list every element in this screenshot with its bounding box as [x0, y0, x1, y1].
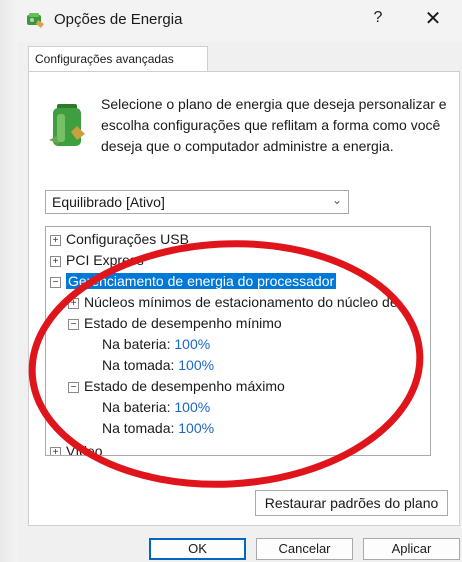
ok-button[interactable]: OK — [149, 538, 246, 560]
tree-item-value[interactable]: 100% — [178, 357, 214, 373]
collapse-icon[interactable]: − — [68, 318, 79, 330]
plan-select[interactable]: Equilibrado [Ativo] ⌄ — [45, 190, 349, 214]
tree-item-label: Na tomada: — [102, 420, 175, 436]
settings-tree[interactable]: + Configurações USB + PCI Express − Gerenci… — [45, 226, 431, 456]
tree-item-label: Na bateria: — [102, 399, 171, 415]
tree-item-label: Vídeo — [66, 443, 103, 456]
close-button[interactable]: ✕ — [418, 6, 448, 31]
background-edge — [0, 0, 18, 562]
expand-icon[interactable]: + — [68, 297, 79, 309]
power-options-dialog: Opções de Energia ? ✕ Configurações avan… — [18, 0, 462, 562]
tree-item-label: Estado de desempenho mínimo — [84, 315, 282, 331]
collapse-icon[interactable]: − — [68, 381, 79, 393]
tree-item[interactable]: Na bateria: 100% — [102, 397, 210, 417]
tree-item-label: Núcleos mínimos de estacionamento do núc… — [84, 294, 398, 310]
tree-item-label: Estado de desempenho máximo — [84, 378, 285, 394]
tree-item-label: Na tomada: — [102, 357, 175, 373]
plan-select-value: Equilibrado [Ativo] — [52, 194, 165, 210]
restore-defaults-button[interactable]: Restaurar padrões do plano — [255, 490, 448, 516]
chevron-down-icon: ⌄ — [331, 193, 342, 207]
tree-item[interactable]: Na tomada: 100% — [102, 418, 214, 438]
tree-item-label: Gerenciamento de energia do processador — [66, 273, 337, 289]
intro-text: Selecione o plano de energia que deseja … — [101, 96, 447, 154]
tree-item-value[interactable]: 100% — [178, 420, 214, 436]
tree-item-label: Configurações USB — [66, 231, 189, 247]
tab-advanced-settings[interactable]: Configurações avançadas — [28, 46, 208, 72]
battery-plan-icon — [49, 104, 85, 146]
expand-icon[interactable]: + — [50, 234, 61, 246]
tree-item[interactable]: − Estado de desempenho mínimo — [68, 313, 282, 333]
tree-item[interactable]: Na bateria: 100% — [102, 334, 210, 354]
apply-button[interactable]: Aplicar — [363, 538, 460, 560]
tree-item[interactable]: Na tomada: 100% — [102, 355, 214, 375]
title-bar: Opções de Energia ? ✕ — [18, 0, 462, 42]
help-button[interactable]: ? — [368, 9, 388, 27]
tree-item-value[interactable]: 100% — [174, 336, 210, 352]
power-options-icon — [27, 13, 44, 28]
collapse-icon[interactable]: − — [50, 276, 61, 288]
window-title: Opções de Energia — [54, 11, 183, 28]
tree-item-label: PCI Express — [66, 252, 144, 268]
tree-item[interactable]: + Vídeo — [50, 441, 103, 456]
tree-item[interactable]: + Configurações USB — [50, 229, 189, 249]
tree-item-value[interactable]: 100% — [174, 399, 210, 415]
tree-item[interactable]: + PCI Express — [50, 250, 144, 270]
expand-icon[interactable]: + — [50, 446, 61, 455]
tree-item-selected[interactable]: − Gerenciamento de energia do processador — [50, 271, 337, 291]
advanced-settings-panel: Selecione o plano de energia que deseja … — [28, 71, 460, 526]
tree-item[interactable]: − Estado de desempenho máximo — [68, 376, 285, 396]
tree-item-label: Na bateria: — [102, 336, 171, 352]
expand-icon[interactable]: + — [50, 255, 61, 267]
tree-item[interactable]: + Núcleos mínimos de estacionamento do nú… — [68, 292, 398, 312]
cancel-button[interactable]: Cancelar — [256, 538, 353, 560]
